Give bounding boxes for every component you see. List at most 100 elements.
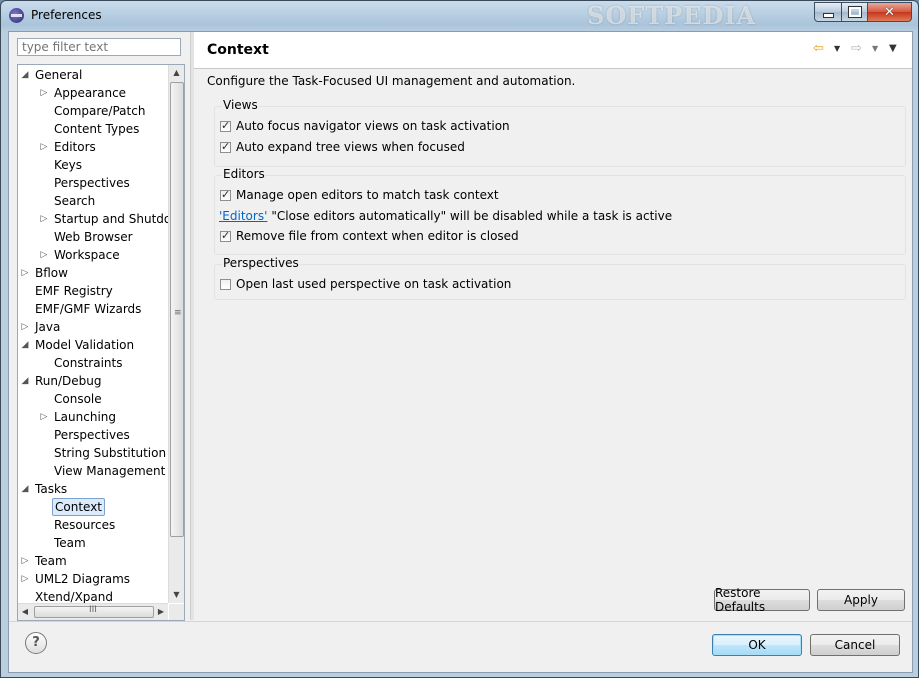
tree-item[interactable]: EMF/GMF Wizards (18, 300, 168, 318)
apply-button[interactable]: Apply (817, 589, 905, 611)
perspectives-group: Perspectives Open last used perspective … (214, 256, 906, 300)
tree-item[interactable]: Compare/Patch (18, 102, 168, 120)
tree-vertical-scrollbar[interactable]: ▲ ≡ ▼ (168, 65, 184, 603)
tree-item[interactable]: Perspectives (18, 174, 168, 192)
tree-item[interactable]: Search (18, 192, 168, 210)
tree-item[interactable]: ▷ Editors (18, 138, 168, 156)
collapse-twisty-icon[interactable]: ◢ (20, 336, 30, 354)
preference-tree: ◢ General ▷ Appearance Compare/Patch Content … (17, 64, 185, 621)
tree-item[interactable]: Web Browser (18, 228, 168, 246)
tree-item[interactable]: ▷ Launching (18, 408, 168, 426)
tree-item[interactable]: ▷ Startup and Shutdown (18, 210, 168, 228)
maximize-button[interactable] (842, 2, 868, 22)
tree-item[interactable]: ◢ Tasks (18, 480, 168, 498)
tree-item[interactable]: ▷ Java (18, 318, 168, 336)
tree-item-label: Content Types (54, 122, 140, 136)
softpedia-watermark: SOFTPEDIA (587, 1, 757, 30)
ok-button[interactable]: OK (712, 634, 802, 656)
manage-editors-checkbox[interactable] (220, 188, 231, 201)
tree-item[interactable]: ▷ Appearance (18, 84, 168, 102)
tree-item[interactable]: Xtend/Xpand (18, 588, 168, 603)
back-dropdown-icon[interactable]: ▼ (834, 41, 840, 57)
expand-twisty-icon[interactable]: ▷ (20, 570, 30, 588)
open-perspective-row[interactable]: Open last used perspective on task activ… (220, 275, 511, 293)
forward-arrow-icon[interactable]: ⇨ (851, 41, 862, 57)
collapse-twisty-icon[interactable]: ◢ (20, 66, 30, 84)
expand-twisty-icon[interactable]: ▷ (39, 210, 49, 228)
scroll-down-icon[interactable]: ▼ (169, 587, 184, 603)
auto-expand-row[interactable]: Auto expand tree views when focused (220, 138, 465, 156)
tree-horizontal-scrollbar[interactable]: ◀ III ▶ (18, 603, 168, 620)
minimize-button[interactable] (814, 2, 842, 22)
tree-item[interactable]: ▷ UML2 Diagrams (18, 570, 168, 588)
expand-twisty-icon[interactable]: ▷ (39, 138, 49, 156)
cancel-button[interactable]: Cancel (810, 634, 900, 656)
filter-input[interactable] (17, 38, 181, 56)
tree-item[interactable]: Console (18, 390, 168, 408)
manage-editors-row[interactable]: Manage open editors to match task contex… (220, 186, 499, 204)
group-title: Views (222, 98, 259, 112)
tree-item-label: Workspace (54, 248, 120, 262)
tree-item-label: Launching (54, 410, 117, 424)
footer-separator (9, 621, 912, 622)
editors-link[interactable]: 'Editors' (219, 209, 267, 223)
help-icon[interactable]: ? (25, 632, 47, 654)
collapse-twisty-icon[interactable]: ◢ (20, 480, 30, 498)
tree-item[interactable]: Team (18, 534, 168, 552)
expand-twisty-icon[interactable]: ▷ (20, 552, 30, 570)
group-title: Editors (222, 167, 266, 181)
back-arrow-icon[interactable]: ⇦ (813, 41, 824, 57)
scroll-left-icon[interactable]: ◀ (18, 604, 32, 620)
tree-item[interactable]: Perspectives (18, 426, 168, 444)
restore-defaults-button[interactable]: Restore Defaults (714, 586, 810, 614)
scroll-right-icon[interactable]: ▶ (154, 604, 168, 620)
view-menu-icon[interactable]: ▼ (889, 41, 897, 57)
auto-focus-row[interactable]: Auto focus navigator views on task activ… (220, 117, 510, 135)
tree-item[interactable]: EMF Registry (18, 282, 168, 300)
tree-item[interactable]: Constraints (18, 354, 168, 372)
tree-item-label: Xtend/Xpand (35, 590, 113, 603)
vertical-scroll-thumb[interactable]: ≡ (170, 82, 184, 537)
tree-item[interactable]: ▷ Workspace (18, 246, 168, 264)
tree-item-label: Team (54, 536, 86, 550)
expand-twisty-icon[interactable]: ▷ (20, 264, 30, 282)
tree-item-label: UML2 Diagrams (35, 572, 131, 586)
tree-item-label: Compare/Patch (54, 104, 146, 118)
expand-twisty-icon[interactable]: ▷ (39, 246, 49, 264)
remove-file-row[interactable]: Remove file from context when editor is … (220, 227, 519, 245)
tree-item-label: Perspectives (54, 176, 130, 190)
open-perspective-checkbox[interactable] (220, 278, 231, 290)
expand-twisty-icon[interactable]: ▷ (39, 84, 49, 102)
tree-item[interactable]: Context (18, 498, 168, 516)
eclipse-icon (9, 8, 24, 23)
collapse-twisty-icon[interactable]: ◢ (20, 372, 30, 390)
scroll-up-icon[interactable]: ▲ (169, 65, 184, 81)
tree-item[interactable]: Content Types (18, 120, 168, 138)
title-bar[interactable]: Preferences SOFTPEDIA ✕ (1, 1, 918, 31)
tree-item[interactable]: ◢ General (18, 66, 168, 84)
tree-item-label: Perspectives (54, 428, 130, 442)
forward-dropdown-icon[interactable]: ▼ (872, 41, 878, 57)
scroll-corner (169, 604, 184, 620)
checkbox-label: Auto expand tree views when focused (236, 140, 465, 154)
preference-page: Context ⇦ ▼ ⇨ ▼ ▼ Configure the Task-Foc… (194, 32, 912, 620)
tree-item[interactable]: Keys (18, 156, 168, 174)
expand-twisty-icon[interactable]: ▷ (20, 318, 30, 336)
tree-item[interactable]: ▷ Team (18, 552, 168, 570)
auto-focus-checkbox[interactable] (220, 119, 231, 132)
expand-twisty-icon[interactable]: ▷ (39, 408, 49, 426)
horizontal-scroll-thumb[interactable]: III (34, 605, 154, 618)
auto-expand-checkbox[interactable] (220, 140, 231, 153)
tree-item[interactable]: String Substitution (18, 444, 168, 462)
window-title: Preferences (31, 8, 102, 22)
tree-item[interactable]: ◢ Run/Debug (18, 372, 168, 390)
tree-item-label: Resources (54, 518, 116, 532)
tree-item[interactable]: Resources (18, 516, 168, 534)
close-button[interactable]: ✕ (868, 2, 912, 22)
tree-item[interactable]: ◢ Model Validation (18, 336, 168, 354)
tree-item-label: View Management (54, 464, 166, 478)
remove-file-checkbox[interactable] (220, 229, 231, 242)
tree-item-label: Run/Debug (35, 374, 102, 388)
tree-item[interactable]: ▷ Bflow (18, 264, 168, 282)
tree-item[interactable]: View Management (18, 462, 168, 480)
